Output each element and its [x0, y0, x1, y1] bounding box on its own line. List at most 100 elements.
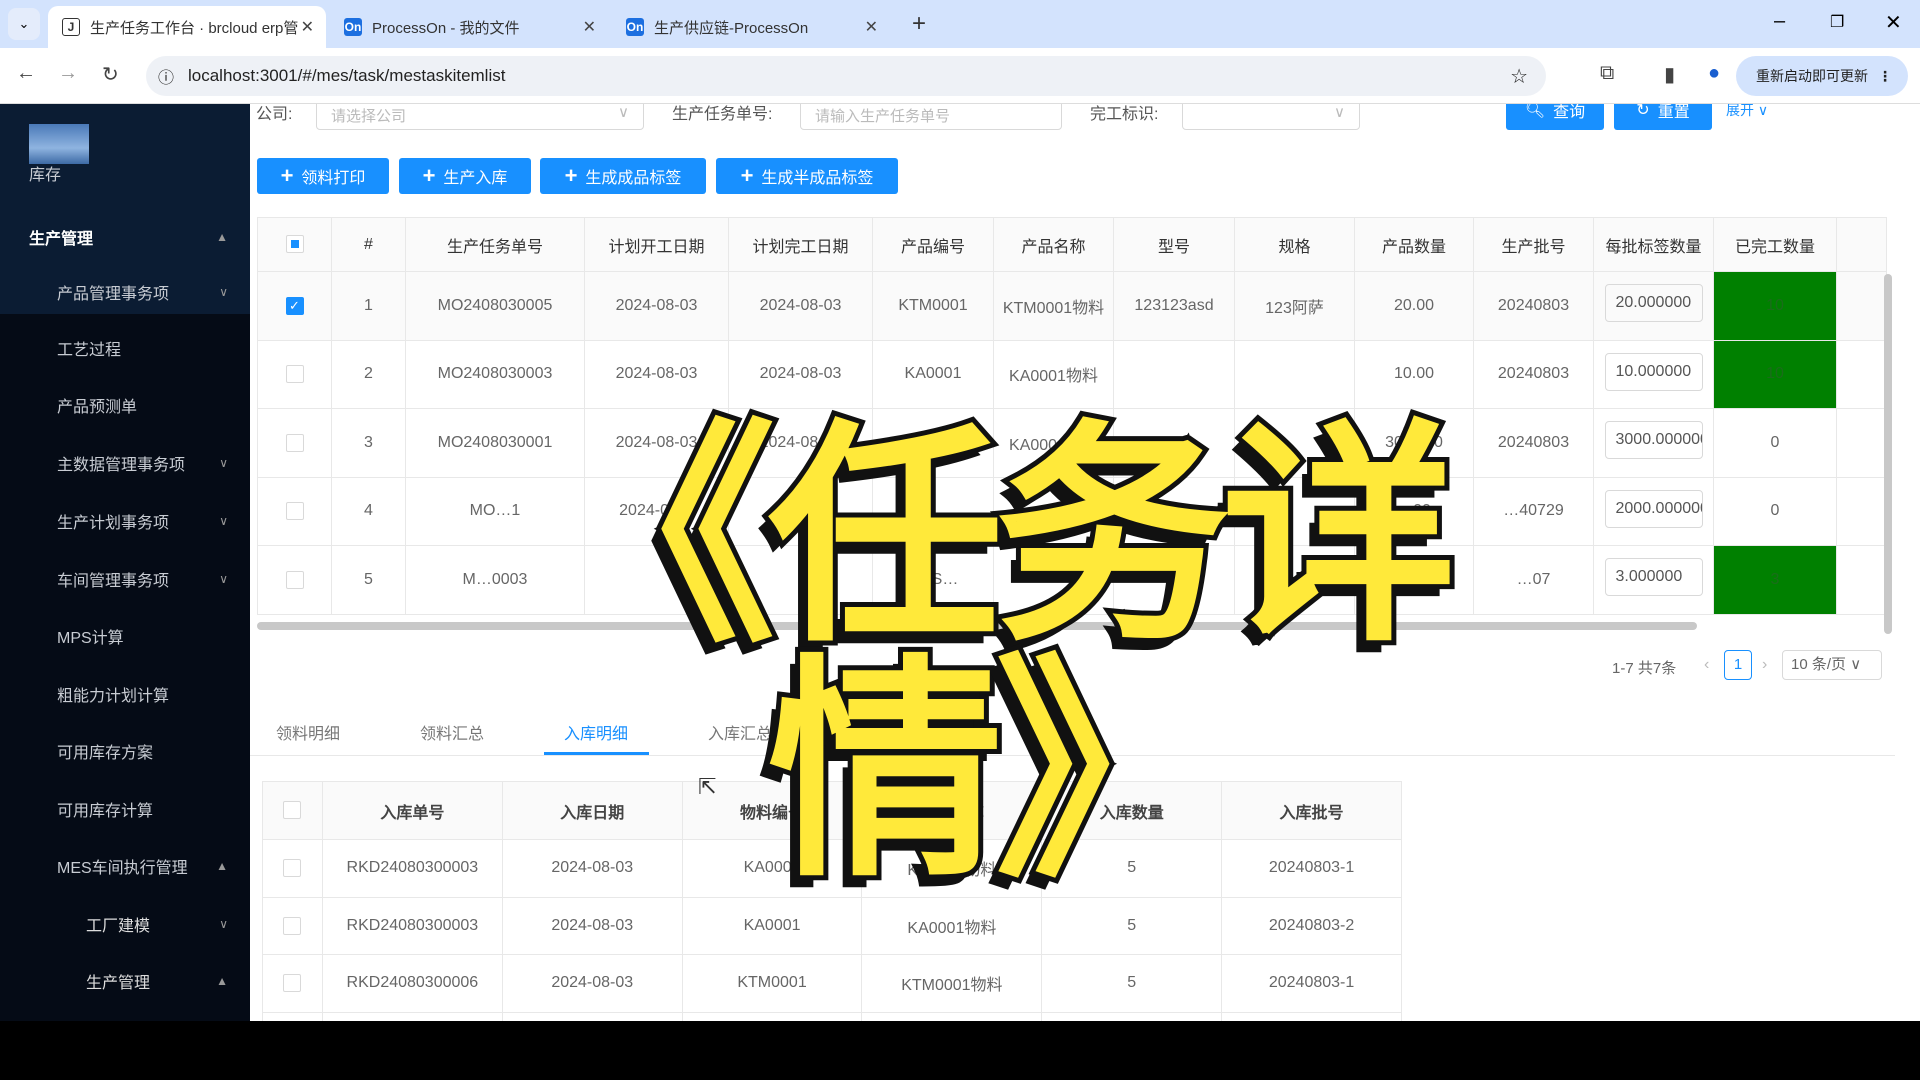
- sidebar-item[interactable]: 工厂建模 ∨: [0, 895, 250, 952]
- toolbar-button[interactable]: + 生产入库: [399, 158, 531, 194]
- table-row[interactable]: RKD24080300003 2024-08-03 KA0001 KA0001物料 5 2…: [262, 896, 1402, 955]
- row-checkbox[interactable]: [283, 974, 302, 993]
- sidebar-item[interactable]: 生产管理 ▲: [0, 952, 250, 1009]
- select-all-checkbox[interactable]: [283, 801, 302, 820]
- company-select[interactable]: 请选择公司 ∨: [316, 104, 644, 130]
- sidebar-item[interactable]: 可用库存方案: [0, 722, 250, 779]
- table-row[interactable]: 3 MO2408030001 2024-08-03 2024-08-03 KA0001 K…: [257, 408, 1887, 478]
- close-tab-icon[interactable]: ✕: [301, 17, 314, 37]
- sidebar-item[interactable]: 产品管理事务项 ∨: [0, 263, 250, 320]
- minimize-icon[interactable]: –: [1774, 10, 1785, 33]
- table-cell: KA0001物料: [993, 408, 1114, 478]
- row-checkbox[interactable]: [285, 433, 304, 452]
- table-cell: 5: [1041, 954, 1223, 1013]
- table-row[interactable]: RKD24080300003 2024-08-03 KA0001 KA0001物料 5 2…: [262, 839, 1402, 898]
- table-cell: KTM0001: [681, 954, 863, 1013]
- detail-tab[interactable]: 领料汇总: [420, 720, 484, 744]
- reset-button[interactable]: ↻ 重置: [1614, 104, 1712, 130]
- table-cell: KA0001: [681, 839, 863, 898]
- sidebar: 库存 生产管理 ▲ 产品管理事务项 ∨ 工艺过程 产品预测单 主数据管理事务项 ∨ 生产计划事务项…: [0, 104, 250, 1021]
- table-cell: 20.00: [1354, 271, 1474, 341]
- forward-icon[interactable]: →: [58, 62, 78, 85]
- tag-qty-input[interactable]: 3000.000000: [1604, 421, 1703, 460]
- table-cell: KA0001物料: [861, 896, 1043, 955]
- page-1-button[interactable]: 1: [1724, 650, 1752, 680]
- row-checkbox[interactable]: ✓: [285, 296, 304, 315]
- row-checkbox[interactable]: [285, 570, 304, 589]
- task-no-input[interactable]: 请输入生产任务单号: [800, 104, 1062, 130]
- table-row[interactable]: ✓ 1 MO2408030005 2024-08-03 2024-08-03 KTM000…: [257, 271, 1887, 341]
- table-cell: 2024-08-03: [501, 896, 683, 955]
- sidebar-item[interactable]: 工艺过程: [0, 319, 250, 376]
- tag-qty-input[interactable]: 2000.000000: [1604, 489, 1703, 528]
- toolbar-button[interactable]: + 领料打印: [257, 158, 389, 194]
- browser-tab-2[interactable]: On ProcessOn - 我的文件 ✕: [330, 6, 608, 48]
- close-tab-icon[interactable]: ✕: [865, 17, 878, 37]
- menu-dots-icon[interactable]: ⋮: [1878, 68, 1892, 85]
- close-window-icon[interactable]: ✕: [1885, 10, 1902, 35]
- sidebar-item[interactable]: MPS计算: [0, 607, 250, 664]
- browser-tab-1[interactable]: J 生产任务工作台 · brcloud erp管 ✕: [48, 6, 326, 48]
- done-flag-label: 完工标识:: [1090, 106, 1159, 123]
- tag-qty-input[interactable]: 3.000000: [1604, 558, 1703, 597]
- next-page-icon[interactable]: ›: [1762, 656, 1767, 674]
- table-cell: [1234, 339, 1355, 409]
- reload-icon[interactable]: ↻: [102, 62, 119, 87]
- column-header: #: [331, 217, 406, 272]
- expand-link[interactable]: 展开 ∨: [1726, 104, 1768, 120]
- table-cell: 123阿萨: [1234, 271, 1355, 341]
- browser-tab-3[interactable]: On 生产供应链-ProcessOn ✕: [612, 6, 890, 48]
- close-tab-icon[interactable]: ✕: [583, 17, 596, 37]
- table-row[interactable]: 5 M…0003 …JS… …07 3.000000 3: [257, 545, 1887, 615]
- toolbar-button[interactable]: + 生成半成品标签: [716, 158, 898, 194]
- table-row[interactable]: 2 MO2408030003 2024-08-03 2024-08-03 KA0001 K…: [257, 339, 1887, 409]
- restore-icon[interactable]: ❐: [1830, 12, 1844, 32]
- table-cell: MO2408030005: [405, 271, 585, 341]
- toolbar-button[interactable]: + 生成成品标签: [540, 158, 706, 194]
- sidebar-item[interactable]: MES车间执行管理 ▲: [0, 837, 250, 894]
- table-row[interactable]: [262, 1011, 1402, 1021]
- table-cell: 123123asd: [1113, 271, 1235, 341]
- detail-tab[interactable]: 入库明细: [564, 720, 628, 744]
- sidebar-item[interactable]: 生产计划事务项 ∨: [0, 492, 250, 549]
- plus-icon: +: [740, 163, 754, 188]
- url-input[interactable]: ⓘ localhost:3001/#/mes/task/mestaskitemli…: [146, 56, 1546, 96]
- table-cell: 20240803-2: [1221, 896, 1402, 955]
- table-cell: [872, 476, 994, 546]
- profile-icon[interactable]: ●: [1708, 62, 1720, 85]
- sidebar-item[interactable]: 可用库存计算: [0, 780, 250, 837]
- select-all-checkbox[interactable]: [285, 235, 304, 254]
- update-button[interactable]: 重新启动即可更新 ⋮: [1736, 56, 1908, 96]
- sidebar-item[interactable]: 生产管理 ▲: [0, 208, 250, 265]
- page-size-select[interactable]: 10 条/页 ∨: [1782, 650, 1882, 680]
- table-cell: MO…1: [405, 476, 585, 546]
- extensions-icon[interactable]: ⧉: [1600, 62, 1614, 85]
- row-checkbox[interactable]: [283, 916, 302, 935]
- tag-qty-input[interactable]: 20.000000: [1604, 284, 1703, 323]
- detail-tab[interactable]: 领料明细: [276, 720, 340, 744]
- row-checkbox[interactable]: [285, 365, 304, 384]
- sidebar-item[interactable]: 车间管理事务项 ∨: [0, 550, 250, 607]
- tag-qty-input[interactable]: 10.000000: [1604, 352, 1703, 391]
- column-header: 入库数量: [1041, 781, 1223, 840]
- bookmark-star-icon[interactable]: ☆: [1510, 64, 1528, 89]
- table-row[interactable]: RKD24080300006 2024-08-03 KTM0001 KTM0001物料…: [262, 954, 1402, 1013]
- table-cell: [584, 545, 729, 615]
- row-checkbox[interactable]: [285, 502, 304, 521]
- horizontal-scrollbar[interactable]: [257, 622, 1697, 630]
- done-flag-select[interactable]: ∨: [1182, 104, 1360, 130]
- tab-search-button[interactable]: ⌄: [8, 8, 40, 40]
- sidebar-item[interactable]: 粗能力计划计算: [0, 665, 250, 722]
- table-row[interactable]: 4 MO…1 2024-07… …00 …40729 2000.000000 0: [257, 476, 1887, 546]
- side-panel-icon[interactable]: ▮: [1664, 62, 1675, 87]
- back-icon[interactable]: ←: [16, 62, 36, 85]
- query-button[interactable]: 🔍︎ 查询: [1506, 104, 1604, 130]
- site-info-icon[interactable]: ⓘ: [158, 64, 174, 88]
- sidebar-item[interactable]: 主数据管理事务项 ∨: [0, 434, 250, 491]
- prev-page-icon[interactable]: ‹: [1704, 656, 1709, 674]
- sidebar-item[interactable]: 产品预测单: [0, 376, 250, 433]
- vertical-scrollbar[interactable]: [1884, 274, 1892, 634]
- new-tab-icon[interactable]: +: [912, 10, 926, 38]
- row-checkbox[interactable]: [283, 859, 302, 878]
- detail-tab[interactable]: 入库汇总: [708, 720, 772, 744]
